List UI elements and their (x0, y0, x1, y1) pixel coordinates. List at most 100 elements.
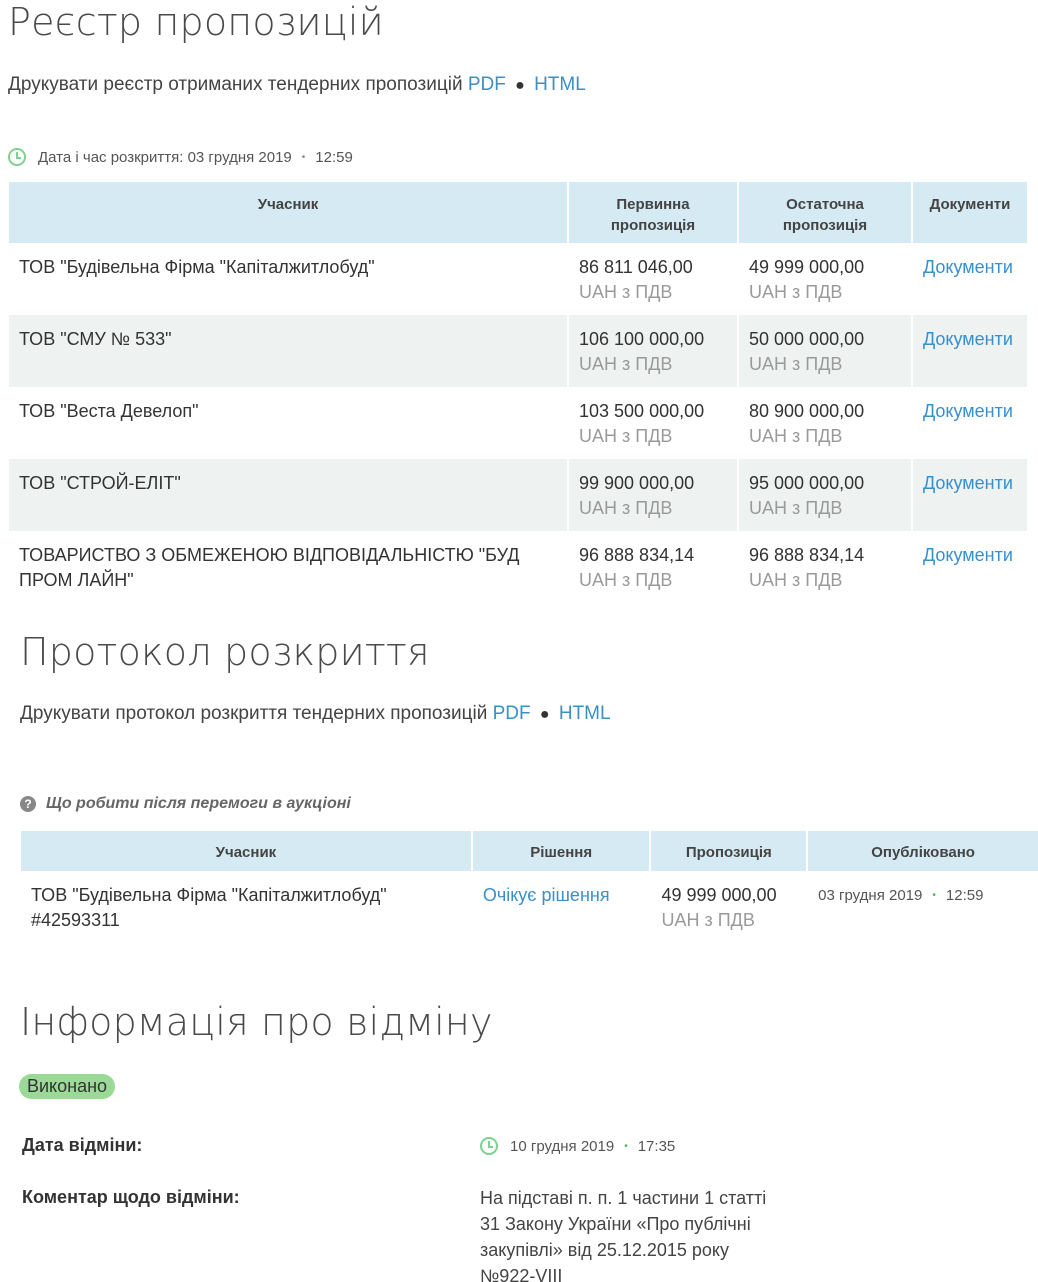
currency-note: UAH з ПДВ (579, 282, 673, 302)
table-row: ТОВ "СТРОЙ-ЕЛІТ" 99 900 000,00 UAH з ПДВ… (9, 459, 1027, 531)
published-cell: 03 грудня 2019 • 12:59 (808, 871, 1038, 946)
participant-name: ТОВ "СМУ № 533" (19, 329, 172, 349)
cancellation-date-label: Дата відміни: (22, 1135, 143, 1155)
table-row: ТОВАРИСТВО З ОБМЕЖЕНОЮ ВІДПОВІДАЛЬНІСТЮ … (9, 531, 1027, 603)
offer-cell: 49 999 000,00 UAH з ПДВ (651, 871, 806, 946)
currency-note: UAH з ПДВ (749, 354, 843, 374)
protocol-print-text: Друкувати протокол розкриття тендерних п… (20, 703, 488, 724)
col-decision: Рішення (472, 831, 650, 871)
table-row: ТОВ "СМУ № 533" 106 100 000,00 UAH з ПДВ… (9, 315, 1027, 387)
decision-cell: Очікує рішення (473, 871, 650, 946)
cancellation-datetime: 10 грудня 2019 • 17:35 (480, 1137, 675, 1155)
currency-note: UAH з ПДВ (749, 570, 843, 590)
table-row: ТОВ "Будівельна Фірма "Капіталжитлобуд" … (21, 871, 1038, 946)
final-cell: 80 900 000,00 UAH з ПДВ (739, 387, 911, 459)
final-cell: 95 000 000,00 UAH з ПДВ (739, 459, 911, 531)
opening-datetime: Дата і час розкриття: 03 грудня 2019 • 1… (8, 148, 353, 166)
documents-link[interactable]: Документи (923, 473, 1013, 493)
documents-link[interactable]: Документи (923, 329, 1013, 349)
bullet: • (301, 151, 306, 163)
comment-line: закупівлі» від 25.12.2015 року (480, 1240, 730, 1260)
protocol-pdf-link[interactable]: PDF (493, 703, 531, 724)
cancellation-comment-label: Коментар щодо відміни: (22, 1187, 240, 1207)
registry-print-line: Друкувати реєстр отриманих тендерних про… (8, 74, 586, 96)
cancellation-time: 17:35 (637, 1137, 676, 1155)
documents-link[interactable]: Документи (923, 545, 1013, 565)
col-published: Опубліковано (808, 831, 1038, 871)
participant-cell: ТОВ "СМУ № 533" (9, 315, 567, 387)
participant-name: ТОВ "Веста Девелоп" (19, 401, 199, 421)
clock-icon (480, 1137, 498, 1155)
col-final-line1: Остаточна (786, 196, 864, 213)
currency-note: UAH з ПДВ (749, 426, 843, 446)
col-participant: Учасник (9, 182, 567, 243)
registry-table: Учасник Первинна пропозиція Остаточна пр… (7, 182, 1029, 603)
currency-note: UAH з ПДВ (579, 570, 673, 590)
documents-link[interactable]: Документи (923, 401, 1013, 421)
opening-time: 12:59 (315, 148, 353, 166)
participant-name: ТОВ "Будівельна Фірма "Капіталжитлобуд" (31, 885, 387, 905)
participant-name: ТОВ "СТРОЙ-ЕЛІТ" (19, 473, 181, 493)
final-amount: 80 900 000,00 (749, 401, 865, 421)
participant-cell: ТОВ "Веста Девелоп" (9, 387, 567, 459)
participant-name-cont: ПРОМ ЛАЙН" (19, 570, 134, 590)
documents-cell: Документи (913, 531, 1027, 603)
bullet: • (624, 1140, 628, 1152)
protocol-title: Протокол розкриття (20, 630, 430, 674)
currency-note: UAH з ПДВ (579, 498, 673, 518)
initial-cell: 99 900 000,00 UAH з ПДВ (569, 459, 737, 531)
separator-dot: ● (515, 77, 525, 94)
decision-link[interactable]: Очікує рішення (483, 885, 610, 905)
help-text: Що робити після перемоги в аукціоні (46, 795, 351, 812)
published-time: 12:59 (945, 887, 984, 904)
cancellation-comment: На підставі п. п. 1 частини 1 статті 31 … (480, 1185, 780, 1282)
currency-note: UAH з ПДВ (579, 354, 673, 374)
protocol-html-link[interactable]: HTML (559, 703, 611, 724)
participant-name: ТОВ "Будівельна Фірма "Капіталжитлобуд" (19, 257, 375, 277)
col-final: Остаточна пропозиція (739, 182, 911, 243)
documents-cell: Документи (913, 387, 1027, 459)
currency-note: UAH з ПДВ (749, 282, 843, 302)
comment-line: №922-VIII (480, 1266, 563, 1282)
clock-icon (8, 148, 26, 166)
final-cell: 50 000 000,00 UAH з ПДВ (739, 315, 911, 387)
initial-amount: 106 100 000,00 (579, 329, 705, 349)
participant-name: ТОВАРИСТВО З ОБМЕЖЕНОЮ ВІДПОВІДАЛЬНІСТЮ … (19, 545, 520, 565)
help-link[interactable]: ? Що робити після перемоги в аукціоні (20, 795, 351, 813)
col-initial: Первинна пропозиція (569, 182, 737, 243)
final-cell: 49 999 000,00 UAH з ПДВ (739, 243, 911, 315)
table-row: ТОВ "Веста Девелоп" 103 500 000,00 UAH з… (9, 387, 1027, 459)
final-amount: 95 000 000,00 (749, 473, 865, 493)
status-badge: Виконано (19, 1074, 116, 1099)
col-participant: Учасник (21, 831, 471, 871)
currency-note: UAH з ПДВ (749, 498, 843, 518)
initial-cell: 103 500 000,00 UAH з ПДВ (569, 387, 737, 459)
documents-cell: Документи (913, 315, 1027, 387)
documents-cell: Документи (913, 459, 1027, 531)
initial-amount: 86 811 046,00 (579, 257, 693, 277)
participant-cell: ТОВ "СТРОЙ-ЕЛІТ" (9, 459, 567, 531)
cancellation-title: Інформація про відміну (20, 1000, 493, 1044)
initial-cell: 106 100 000,00 UAH з ПДВ (569, 315, 737, 387)
published-date: 03 грудня 2019 (818, 887, 923, 904)
initial-cell: 96 888 834,14 UAH з ПДВ (569, 531, 737, 603)
cancellation-date: 10 грудня 2019 (510, 1137, 615, 1155)
question-icon: ? (20, 796, 36, 812)
initial-amount: 103 500 000,00 (579, 401, 705, 421)
comment-line: 31 Закону України «Про публічні (480, 1214, 751, 1234)
protocol-table: Учасник Рішення Пропозиція Опубліковано … (19, 831, 1038, 946)
separator-dot: ● (539, 706, 550, 723)
opening-date: Дата і час розкриття: 03 грудня 2019 (38, 148, 292, 166)
registry-pdf-link[interactable]: PDF (468, 74, 506, 95)
documents-link[interactable]: Документи (923, 257, 1013, 277)
final-amount: 50 000 000,00 (749, 329, 865, 349)
col-final-line2: пропозиція (782, 217, 868, 234)
final-cell: 96 888 834,14 UAH з ПДВ (739, 531, 911, 603)
currency-note: UAH з ПДВ (661, 910, 755, 930)
registry-print-text: Друкувати реєстр отриманих тендерних про… (8, 74, 463, 95)
offer-amount: 49 999 000,00 (661, 885, 777, 905)
initial-cell: 86 811 046,00 UAH з ПДВ (569, 243, 737, 315)
registry-html-link[interactable]: HTML (534, 74, 586, 95)
documents-cell: Документи (913, 243, 1027, 315)
protocol-print-line: Друкувати протокол розкриття тендерних п… (20, 703, 611, 725)
